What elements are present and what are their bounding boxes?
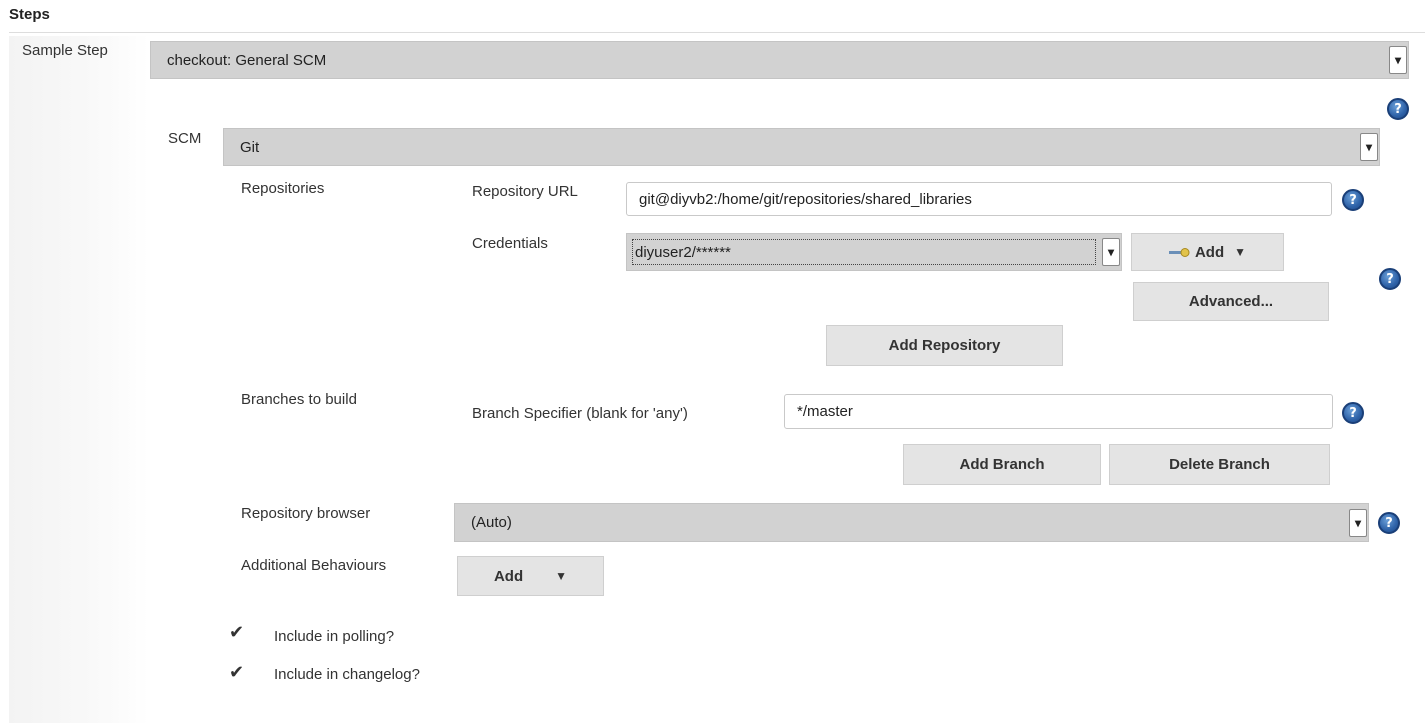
scm-select[interactable]: Git ▾ — [223, 128, 1380, 166]
scm-label: SCM — [168, 130, 202, 147]
add-repository-button[interactable]: Add Repository — [826, 325, 1063, 366]
additional-behaviours-label: Additional Behaviours — [241, 557, 387, 574]
scm-value: Git — [240, 138, 260, 156]
repository-browser-value: (Auto) — [471, 514, 512, 531]
credentials-label: Credentials — [472, 235, 548, 252]
section-divider — [9, 32, 1425, 33]
delete-branch-button[interactable]: Delete Branch — [1109, 444, 1330, 485]
additional-behaviours-add-button[interactable]: Add ▼ — [457, 556, 604, 596]
left-panel-shade — [9, 36, 149, 723]
branch-specifier-value: */master — [797, 403, 853, 420]
sample-step-value: checkout: General SCM — [167, 51, 327, 69]
include-changelog-label: Include in changelog? — [274, 666, 420, 683]
repository-browser-select[interactable]: (Auto) ▾ — [454, 503, 1369, 542]
caret-down-icon[interactable]: ▾ — [1102, 238, 1120, 266]
credentials-focus-ring — [632, 239, 1096, 265]
include-polling-label: Include in polling? — [274, 628, 395, 645]
sample-step-select[interactable]: checkout: General SCM ▾ — [150, 41, 1409, 79]
section-title: Steps — [9, 6, 50, 23]
help-icon[interactable]: ? — [1387, 98, 1409, 120]
add-branch-button[interactable]: Add Branch — [903, 444, 1101, 485]
repository-url-value: git@diyvb2:/home/git/repositories/shared… — [639, 190, 972, 208]
sample-step-label: Sample Step — [22, 42, 108, 59]
branch-specifier-label: Branch Specifier (blank for 'any') — [472, 405, 688, 422]
advanced-button[interactable]: Advanced... — [1133, 282, 1329, 321]
help-icon[interactable]: ? — [1342, 189, 1364, 211]
caret-down-icon[interactable]: ▾ — [1389, 46, 1407, 74]
key-icon — [1168, 248, 1190, 257]
help-icon[interactable]: ? — [1379, 268, 1401, 290]
caret-down-icon[interactable]: ▾ — [1360, 133, 1378, 161]
additional-behaviours-add-label: Add — [493, 567, 524, 585]
help-icon[interactable]: ? — [1342, 402, 1364, 424]
include-polling-checkbox[interactable]: ✔ — [229, 622, 244, 643]
credentials-add-label: Add — [1194, 243, 1225, 261]
credentials-select[interactable]: diyuser2/****** ▾ — [626, 233, 1122, 271]
caret-down-icon: ▼ — [1234, 245, 1247, 259]
branch-specifier-input[interactable]: */master — [784, 394, 1333, 429]
repository-browser-label: Repository browser — [241, 505, 371, 522]
repository-url-label: Repository URL — [472, 183, 578, 200]
include-changelog-checkbox[interactable]: ✔ — [229, 662, 244, 683]
credentials-add-button[interactable]: Add ▼ — [1131, 233, 1284, 271]
repositories-label: Repositories — [241, 180, 325, 197]
caret-down-icon[interactable]: ▾ — [1349, 508, 1367, 537]
help-icon[interactable]: ? — [1378, 512, 1400, 534]
caret-down-icon: ▼ — [555, 569, 568, 583]
repository-url-input[interactable]: git@diyvb2:/home/git/repositories/shared… — [626, 182, 1332, 216]
branches-label: Branches to build — [241, 391, 357, 408]
